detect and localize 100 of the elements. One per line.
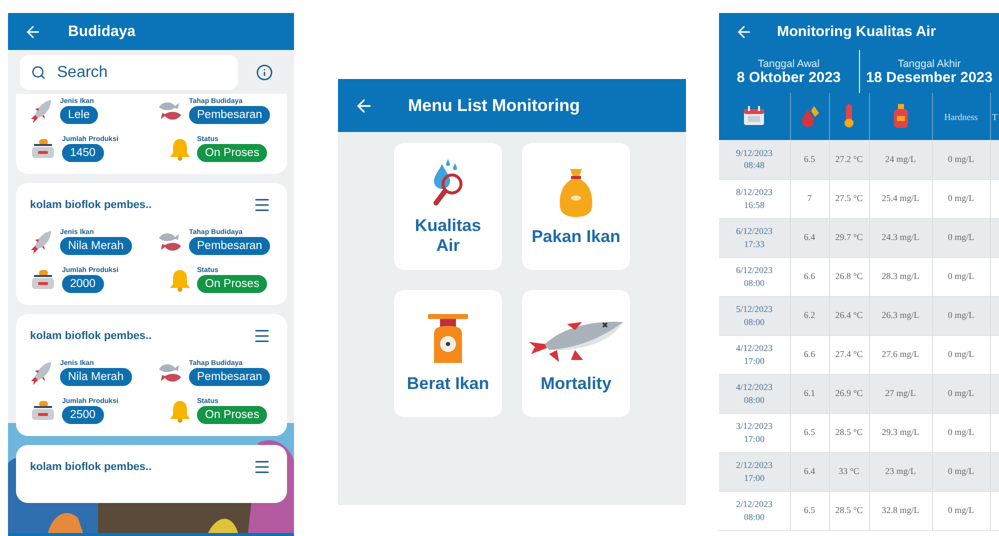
screen-title: Budidaya bbox=[68, 23, 136, 40]
table-cell: 2/12/2023 08:00 bbox=[719, 491, 790, 530]
table-cell: 0 mg/L bbox=[932, 413, 990, 452]
thermometer-icon bbox=[844, 104, 854, 128]
value-badge: Pembesaran bbox=[189, 106, 270, 124]
scale-icon bbox=[30, 137, 56, 161]
table-cell: 7 bbox=[790, 179, 829, 218]
table-cell: 0 mg/L bbox=[932, 257, 990, 296]
table-cell: 4/12/2023 08:00 bbox=[719, 374, 790, 413]
table-cell: 8/12/2023 16:58 bbox=[719, 179, 790, 218]
table-cell: 3/12/2023 17:00 bbox=[719, 413, 790, 452]
date-value[interactable]: 18 Desember 2023 bbox=[866, 70, 993, 86]
table-cell: 0 mg/L bbox=[932, 179, 990, 218]
search-field[interactable]: Search bbox=[20, 55, 238, 90]
table-cell: 24.3 mg/L bbox=[869, 218, 932, 257]
screen-title: Monitoring Kualitas Air bbox=[777, 24, 936, 40]
value-badge: 1450 bbox=[62, 144, 104, 162]
bell-icon bbox=[169, 268, 191, 292]
table-cell: 23 mg/L bbox=[869, 452, 932, 491]
table-cell: 0 mg/L bbox=[932, 140, 990, 179]
pond-card[interactable]: kolam bioflok pembes.. bbox=[16, 445, 287, 503]
table-cell: 26.3 mg/L bbox=[869, 296, 932, 335]
table-cell: 6.5 bbox=[790, 413, 829, 452]
table-cell: 28.5 °C bbox=[829, 491, 869, 530]
table-cell: 27 mg/L bbox=[869, 374, 932, 413]
table-cell: 27.5 °C bbox=[829, 179, 869, 218]
search-icon bbox=[31, 65, 46, 80]
pond-name: kolam bioflok pembes.. bbox=[30, 330, 152, 342]
weighing-scale-icon bbox=[428, 314, 468, 366]
table-cell: 0 mg/L bbox=[932, 335, 990, 374]
table-cell: 6.5 bbox=[790, 491, 829, 530]
sack-icon bbox=[557, 166, 595, 219]
table-cell: 6.6 bbox=[790, 257, 829, 296]
table-cell: 27.4 °C bbox=[829, 335, 869, 374]
value-badge: Nila Merah bbox=[60, 237, 132, 255]
table-cell: 6/12/2023 17:33 bbox=[719, 218, 790, 257]
menu-tile[interactable]: Pakan Ikan bbox=[522, 143, 630, 270]
table-cell: 28.3 mg/L bbox=[869, 257, 932, 296]
status-badge: On Proses bbox=[197, 406, 268, 424]
status-badge: On Proses bbox=[197, 275, 268, 293]
bell-icon bbox=[169, 399, 191, 423]
table-cell: 4/12/2023 17:00 bbox=[719, 335, 790, 374]
table-cell: 5/12/2023 08:00 bbox=[719, 296, 790, 335]
column-header: T bbox=[990, 93, 999, 140]
table-cell: 27.2 °C bbox=[829, 140, 869, 179]
table-cell: 27.6 mg/L bbox=[869, 335, 932, 374]
table-cell: 26.8 °C bbox=[829, 257, 869, 296]
table-cell: 0 mg/L bbox=[932, 491, 990, 530]
scale-icon bbox=[30, 399, 56, 423]
fish-icon bbox=[30, 229, 54, 255]
value-badge: Pembesaran bbox=[189, 368, 270, 386]
menu-icon[interactable] bbox=[253, 196, 271, 214]
table-cell: 6.4 bbox=[790, 452, 829, 491]
table-cell: 29.7 °C bbox=[829, 218, 869, 257]
calendar-icon bbox=[743, 106, 766, 126]
table-cell: 2/12/2023 17:00 bbox=[719, 452, 790, 491]
table-cell: 24 mg/L bbox=[869, 140, 932, 179]
menu-icon[interactable] bbox=[253, 327, 271, 345]
table-cell: 0 mg/L bbox=[932, 452, 990, 491]
table-cell: 6/12/2023 08:00 bbox=[719, 257, 790, 296]
menu-icon[interactable] bbox=[253, 458, 271, 476]
date-label: Tanggal Awal bbox=[758, 58, 820, 70]
value-badge: 2000 bbox=[62, 275, 104, 293]
ph-drop-icon bbox=[800, 104, 820, 126]
table-cell: 6.6 bbox=[790, 335, 829, 374]
table-cell: 6.2 bbox=[790, 296, 829, 335]
fish-icon bbox=[30, 98, 54, 124]
table-cell: 32.8 mg/L bbox=[869, 491, 932, 530]
pond-name: kolam bioflok pembes.. bbox=[30, 461, 152, 473]
scale-icon bbox=[30, 268, 56, 292]
menu-tile[interactable]: Mortality bbox=[522, 290, 630, 417]
pond-name: kolam bioflok pembes.. bbox=[30, 199, 152, 211]
table-cell: 29.3 mg/L bbox=[869, 413, 932, 452]
column-header: Hardness bbox=[932, 93, 990, 140]
value-badge: 2500 bbox=[62, 406, 104, 424]
oxygen-tank-icon bbox=[892, 104, 908, 128]
date-value[interactable]: 8 Oktober 2023 bbox=[736, 70, 841, 86]
screen-title: Menu List Monitoring bbox=[408, 96, 580, 114]
table-cell: 25.4 mg/L bbox=[869, 179, 932, 218]
table-cell: 26.4 °C bbox=[829, 296, 869, 335]
bell-icon bbox=[169, 137, 191, 161]
table-cell: 33 °C bbox=[829, 452, 869, 491]
table-cell: 6.4 bbox=[790, 218, 829, 257]
table-cell: 6.1 bbox=[790, 374, 829, 413]
value-badge: Pembesaran bbox=[189, 237, 270, 255]
menu-tile[interactable]: Berat Ikan bbox=[394, 290, 502, 417]
table-cell: 9/12/2023 08:48 bbox=[719, 140, 790, 179]
fish-icon bbox=[30, 360, 54, 386]
date-label: Tanggal Akhir bbox=[898, 58, 961, 70]
table-cell: 0 mg/L bbox=[932, 374, 990, 413]
table-cell: 6.5 bbox=[790, 140, 829, 179]
table-cell: 0 mg/L bbox=[932, 218, 990, 257]
info-icon[interactable] bbox=[256, 64, 273, 81]
status-badge: On Proses bbox=[197, 144, 268, 162]
value-badge: Nila Merah bbox=[60, 368, 132, 386]
menu-tile[interactable]: Kualitas Air bbox=[394, 143, 502, 270]
value-badge: Lele bbox=[60, 106, 98, 124]
table-cell: 0 mg/L bbox=[932, 296, 990, 335]
table-cell: 28.5 °C bbox=[829, 413, 869, 452]
table-cell: 26.9 °C bbox=[829, 374, 869, 413]
